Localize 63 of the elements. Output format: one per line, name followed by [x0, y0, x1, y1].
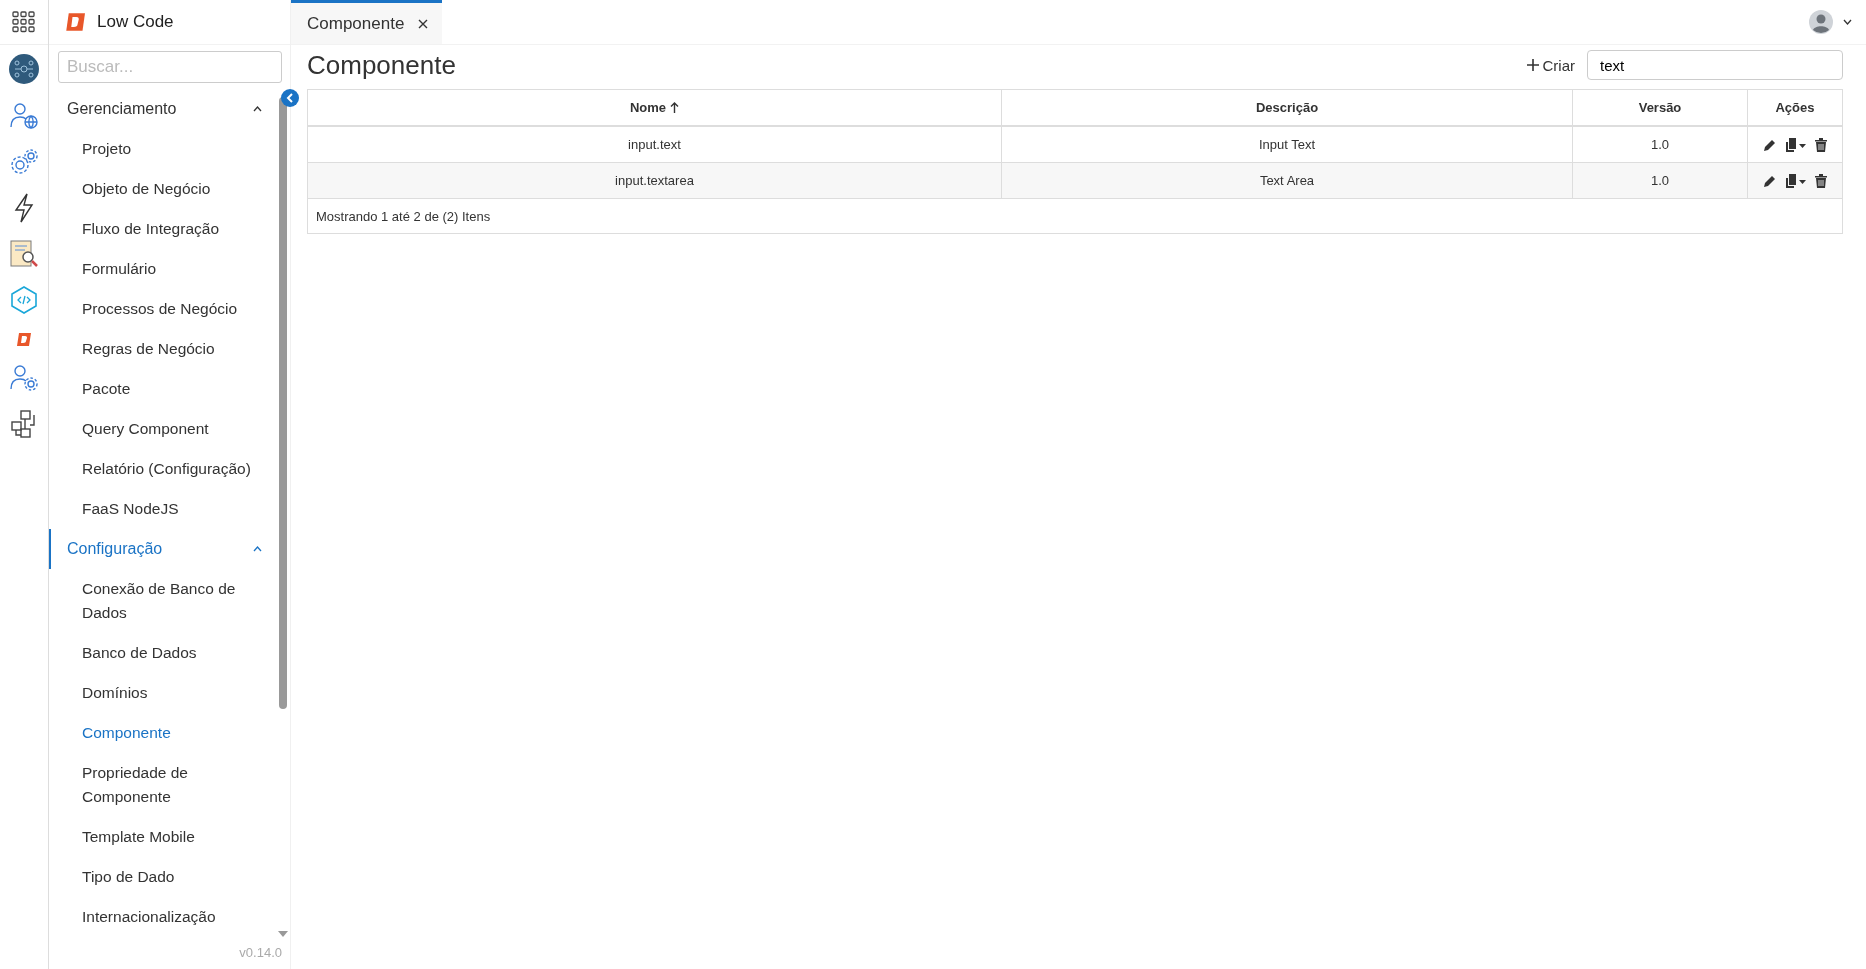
menu-item[interactable]: Banco de Dados: [49, 633, 267, 673]
menu-item[interactable]: Formulário: [49, 249, 267, 289]
menu-item[interactable]: Componente: [49, 713, 267, 753]
lightning-icon[interactable]: [13, 193, 35, 223]
menu-item[interactable]: Query Component: [49, 409, 267, 449]
logo-icon: [65, 12, 85, 32]
chevron-icon: [253, 106, 262, 112]
menu-item[interactable]: Processos de Negócio: [49, 289, 267, 329]
plus-icon: [1526, 59, 1539, 71]
gears-icon[interactable]: [9, 147, 39, 177]
edit-icon[interactable]: [1763, 173, 1777, 188]
menu-item[interactable]: Objeto de Negócio: [49, 169, 267, 209]
column-header[interactable]: Nome: [308, 90, 1002, 125]
close-icon[interactable]: [418, 18, 429, 29]
menu-item[interactable]: Relatório (Configuração): [49, 449, 267, 489]
menu-item[interactable]: Pacote: [49, 369, 267, 409]
menu-item[interactable]: Regras de Negócio: [49, 329, 267, 369]
menu-item[interactable]: Domínios: [49, 673, 267, 713]
book-search-icon[interactable]: [9, 239, 39, 269]
table-cell: 1.0: [1573, 163, 1748, 198]
table-cell: 1.0: [1573, 127, 1748, 162]
chevron-left-icon: [286, 93, 294, 103]
menu-group[interactable]: Gerenciamento: [49, 89, 290, 129]
scroll-down-icon[interactable]: [278, 931, 288, 937]
trash-icon[interactable]: [1815, 173, 1827, 188]
menu-item[interactable]: Tipo de Dado: [49, 857, 267, 897]
scrollbar-thumb[interactable]: [279, 97, 287, 709]
trash-icon[interactable]: [1815, 137, 1827, 152]
version-label: v0.14.0: [238, 944, 283, 962]
create-button[interactable]: Criar: [1526, 54, 1575, 76]
menu-item[interactable]: Propriedade de Componente: [49, 753, 267, 817]
logo-icon[interactable]: [16, 331, 32, 347]
network-icon[interactable]: [8, 53, 40, 85]
copy-dropdown-icon[interactable]: [1785, 173, 1807, 188]
pagination-summary: Mostrando 1 até 2 de (2) Itens: [316, 208, 491, 224]
menu-item[interactable]: FaaS NodeJS: [49, 489, 267, 529]
chevron-icon: [253, 546, 262, 552]
tab[interactable]: Componente: [291, 0, 443, 44]
page-title: Componente: [307, 49, 456, 81]
table-cell: Text Area: [1002, 163, 1573, 198]
collapse-button[interactable]: [281, 89, 299, 107]
copy-dropdown-icon[interactable]: [1785, 137, 1807, 152]
column-header[interactable]: Ações: [1748, 90, 1842, 125]
menu-item[interactable]: Projeto: [49, 129, 267, 169]
menu-item[interactable]: Template Mobile: [49, 817, 267, 857]
app-title: Low Code: [97, 12, 174, 32]
column-header[interactable]: Descrição: [1002, 90, 1573, 125]
menu-item[interactable]: Internacionalização: [49, 897, 267, 937]
column-header[interactable]: Versão: [1573, 90, 1748, 125]
user-gear-icon[interactable]: [9, 363, 39, 393]
table-cell: Input Text: [1002, 127, 1573, 162]
avatar-icon[interactable]: [1809, 10, 1833, 34]
search-field[interactable]: Buscar...: [58, 51, 282, 83]
menu-item[interactable]: Fluxo de Integração: [49, 209, 267, 249]
table-cell: input.text: [308, 127, 1002, 162]
edit-icon[interactable]: [1763, 137, 1777, 152]
filter-field[interactable]: text: [1587, 50, 1843, 80]
menu-item[interactable]: Conexão de Banco de Dados: [49, 569, 267, 633]
code-hexagon-icon[interactable]: [9, 285, 39, 315]
table-cell: input.textarea: [308, 163, 1002, 198]
chevron-down-icon[interactable]: [1843, 19, 1852, 25]
apps-grid-icon[interactable]: [12, 11, 36, 33]
user-globe-icon[interactable]: [9, 101, 39, 131]
